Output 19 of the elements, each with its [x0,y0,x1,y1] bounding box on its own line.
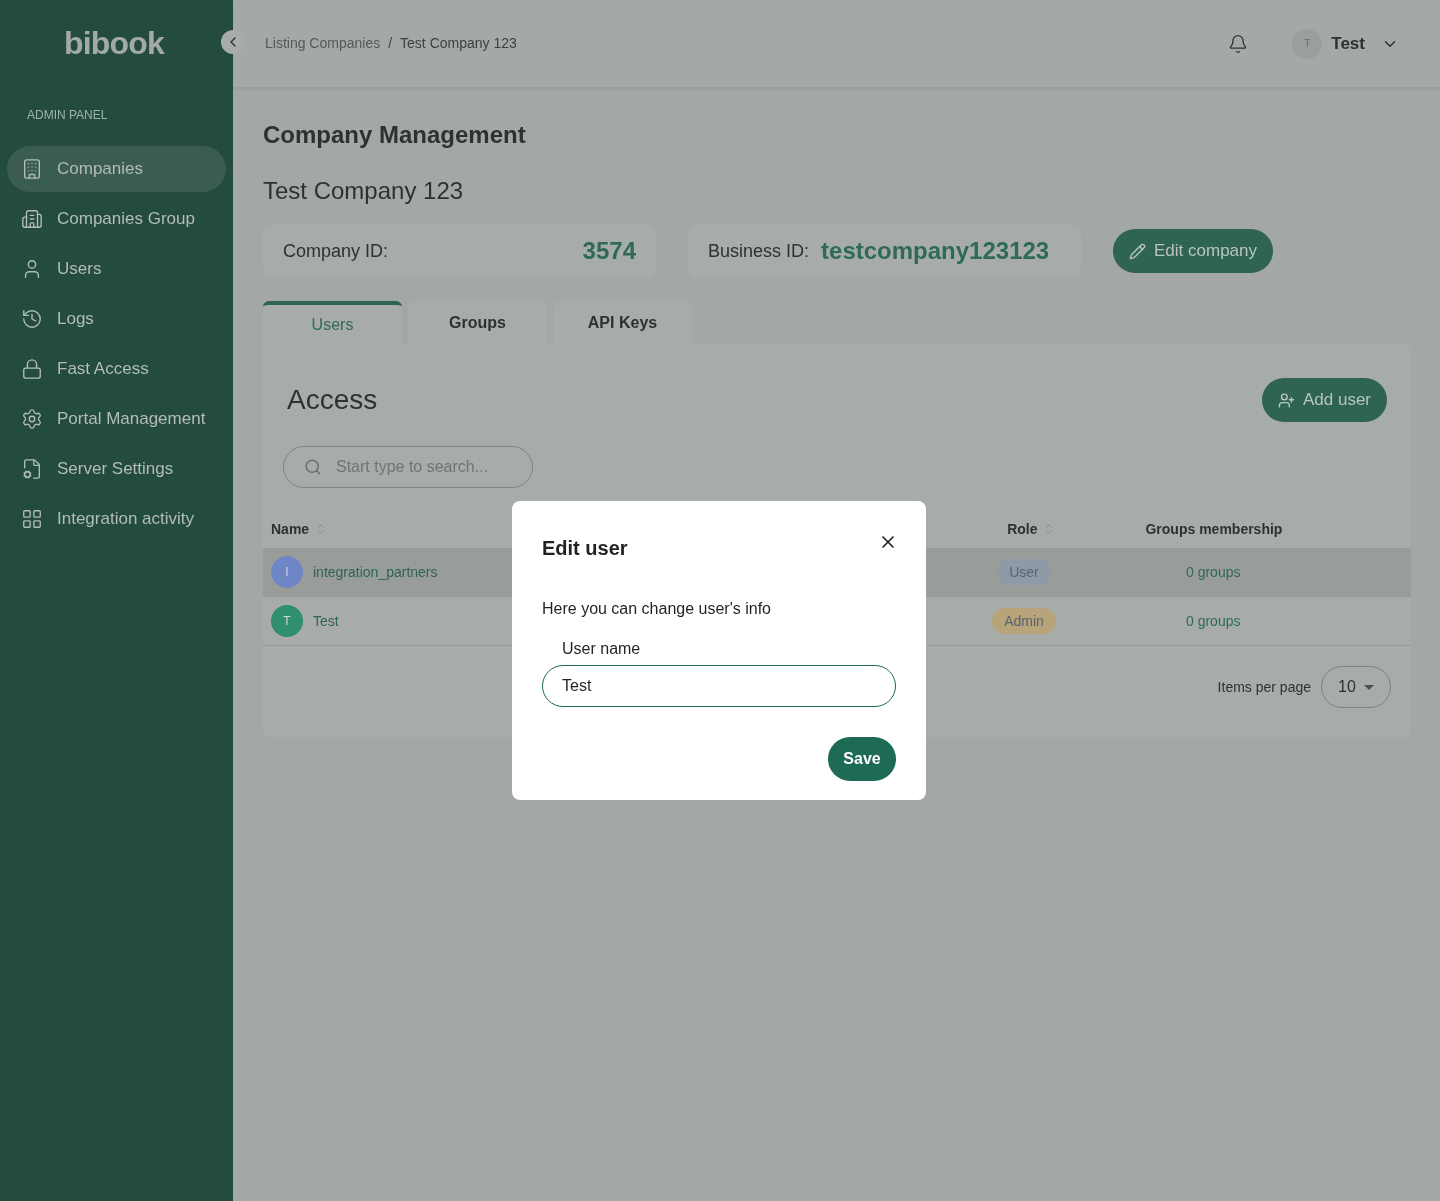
dialog-description: Here you can change user's info [542,599,772,619]
field-label: User name [562,639,642,659]
business-id-label: Business ID: [708,239,810,263]
access-title: Access [287,383,378,417]
company-id-value: 3574 [582,236,636,266]
user-avatar: I [271,556,303,588]
dialog-title: Edit user [542,536,628,561]
items-per-page-label: Items per page [1217,677,1311,697]
breadcrumb-separator: / [388,34,393,53]
breadcrumb-current: Test Company 123 [400,34,517,53]
column-header: Groups membership [1145,519,1283,539]
business-id-value: testcompany123123 [821,236,1050,266]
company-name: Test Company 123 [263,176,465,206]
section-label: ADMIN PANEL [27,107,109,124]
role-badge: Admin [992,608,1056,634]
logo: bibook [64,24,165,63]
user-avatar: T [271,605,303,637]
page-title: Company Management [263,120,527,150]
company-id-label: Company ID: [283,239,389,263]
